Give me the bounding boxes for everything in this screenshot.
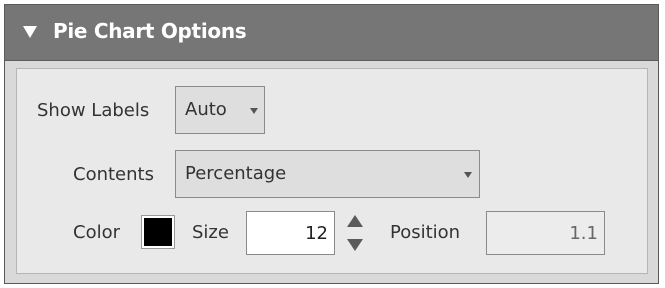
show-labels-value: Auto — [185, 99, 227, 120]
contents-label: Contents — [73, 164, 154, 185]
contents-select[interactable]: Percentage — [175, 150, 480, 198]
color-swatch-fill — [144, 218, 172, 246]
panel-body: Show Labels Auto Contents Percentage Col… — [16, 68, 648, 274]
size-label: Size — [192, 222, 229, 243]
collapse-triangle-icon[interactable] — [23, 26, 37, 38]
pie-chart-options-panel: Pie Chart Options Show Labels Auto Conte… — [4, 4, 659, 284]
arrow-down-icon[interactable] — [347, 239, 363, 251]
show-labels-label: Show Labels — [37, 100, 150, 121]
color-swatch[interactable] — [141, 215, 175, 249]
position-label: Position — [390, 222, 461, 243]
contents-value: Percentage — [185, 163, 287, 184]
size-input[interactable] — [246, 211, 335, 255]
caret-down-icon — [250, 108, 258, 114]
caret-down-icon — [464, 172, 472, 178]
color-label: Color — [73, 222, 120, 243]
position-input[interactable] — [486, 211, 605, 255]
show-labels-select[interactable]: Auto — [175, 86, 265, 134]
panel-title: Pie Chart Options — [53, 19, 247, 43]
panel-header[interactable]: Pie Chart Options — [5, 5, 658, 61]
arrow-up-icon[interactable] — [347, 215, 363, 227]
